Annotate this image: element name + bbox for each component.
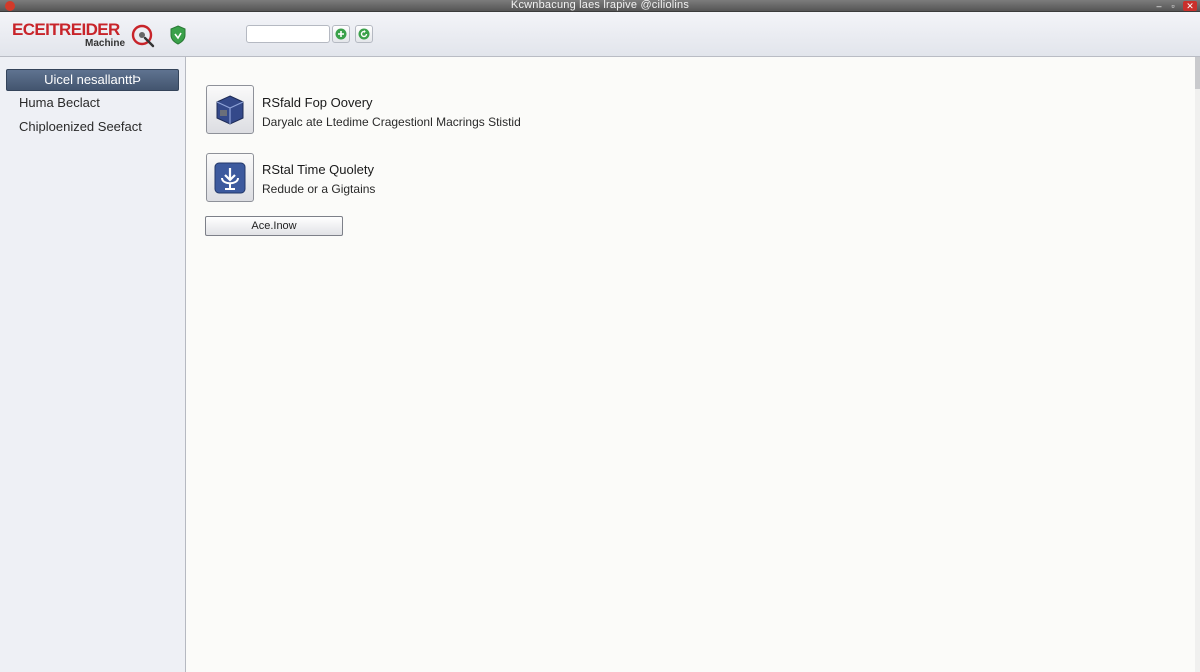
sidebar-item-selected[interactable]: Uicel nesallanttÞ (6, 69, 179, 91)
brand-logo[interactable]: ECEITREIDER Machine (12, 20, 162, 54)
minimize-button[interactable]: – (1152, 1, 1166, 11)
item-title[interactable]: RSfald Fop Oovery (262, 95, 373, 110)
refresh-icon (358, 28, 370, 40)
item-title[interactable]: RStal Time Quolety (262, 162, 374, 177)
download-icon (214, 162, 246, 193)
search-input[interactable] (246, 25, 330, 43)
add-button[interactable] (332, 25, 350, 43)
scrollbar-thumb[interactable] (1195, 57, 1200, 89)
brand-subtitle: Machine (85, 38, 126, 49)
sidebar-item-huma-beclact[interactable]: Huma Beclact (19, 95, 100, 110)
close-button[interactable]: ✕ (1183, 1, 1197, 11)
item-description: Redude or a Gigtains (262, 182, 376, 196)
shield-icon[interactable] (168, 25, 188, 45)
item-icon-tile-1[interactable] (206, 85, 254, 134)
cube-icon (216, 94, 244, 125)
sidebar: Uicel nesallanttÞ Huma Beclact Chiploeni… (0, 57, 186, 672)
item-description: Daryalc ate Ltedime Cragestionl Macrings… (262, 115, 521, 129)
vertical-scrollbar[interactable] (1195, 57, 1200, 672)
action-button[interactable]: Ace.Inow (205, 216, 343, 236)
refresh-button[interactable] (355, 25, 373, 43)
sidebar-item-chiploenized-seefact[interactable]: Chiploenized Seefact (19, 119, 142, 134)
brand-emblem-icon (131, 24, 155, 48)
toolbar: ECEITREIDER Machine (0, 12, 1200, 57)
maximize-button[interactable]: ▫ (1166, 1, 1180, 11)
item-icon-tile-2[interactable] (206, 153, 254, 202)
main-content: RSfald Fop Oovery Daryalc ate Ltedime Cr… (187, 57, 1200, 672)
plus-icon (335, 28, 347, 40)
brand-name: ECEITREIDER (12, 20, 120, 39)
window-titlebar[interactable]: Kcwnbacung laes lrapive @ciliolins – ▫ ✕ (0, 0, 1200, 12)
window-title: Kcwnbacung laes lrapive @ciliolins (510, 0, 690, 11)
